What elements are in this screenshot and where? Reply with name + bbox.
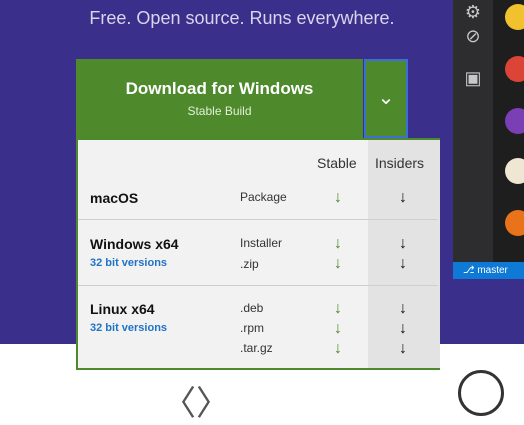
row-divider — [78, 219, 438, 220]
chevron-down-icon: ⌄ — [377, 87, 395, 109]
next-arrow-icon[interactable]: 〉 — [196, 376, 230, 425]
extensions-icon: ▣ — [464, 68, 482, 88]
windows-32bit-link[interactable]: 32 bit versions — [90, 257, 167, 269]
header-insiders: Insiders — [375, 155, 425, 171]
tagline: Free. Open source. Runs everywhere. — [89, 8, 395, 28]
download-options-panel: Stable Insiders macOS Package ↓ ↓ Window… — [76, 138, 440, 370]
activity-bar: ⚙ ⊘ ▣ — [453, 0, 493, 262]
download-insiders-linux-deb[interactable]: ↓ — [393, 300, 413, 318]
download-stable-linux-deb[interactable]: ↓ — [328, 300, 348, 318]
download-insiders-windows-installer[interactable]: ↓ — [393, 235, 413, 253]
pkg-windows-installer: Installer — [240, 236, 283, 250]
os-linux: Linux x64 — [90, 301, 155, 317]
prev-arrow-icon[interactable]: 〈 — [162, 376, 196, 425]
os-windows: Windows x64 — [90, 236, 179, 252]
download-options-toggle[interactable]: ⌄ — [364, 59, 408, 138]
gear-icon: ⚙ — [464, 2, 482, 22]
pkg-linux-deb: .deb — [240, 301, 264, 315]
download-stable-linux-targz[interactable]: ↓ — [328, 340, 348, 358]
row-divider — [78, 285, 438, 286]
download-title: Download for Windows — [125, 79, 314, 98]
download-insiders-windows-zip[interactable]: ↓ — [393, 255, 413, 273]
paint-icon — [505, 158, 524, 184]
download-stable-macos-package[interactable]: ↓ — [328, 189, 348, 207]
app-icon — [505, 210, 524, 236]
download-button[interactable]: Download for Windows Stable Build — [76, 59, 363, 138]
download-insiders-linux-targz[interactable]: ↓ — [393, 340, 413, 358]
pkg-linux-rpm: .rpm — [240, 321, 264, 335]
download-stable-windows-installer[interactable]: ↓ — [328, 235, 348, 253]
download-insiders-macos-package[interactable]: ↓ — [393, 189, 413, 207]
vscode-icon — [505, 108, 524, 134]
download-subtitle: Stable Build — [187, 104, 252, 118]
branch-label[interactable]: ⎇ master — [463, 262, 508, 279]
pkg-linux-targz: .tar.gz — [240, 341, 273, 355]
pkg-macos-package: Package — [240, 190, 287, 204]
linux-32bit-link[interactable]: 32 bit versions — [90, 322, 167, 334]
os-macos: macOS — [90, 190, 139, 206]
status-bar: ⎇ master — [453, 262, 524, 279]
pkg-windows-zip: .zip — [240, 257, 259, 271]
download-insiders-linux-rpm[interactable]: ↓ — [393, 320, 413, 338]
debug-icon: ⊘ — [465, 26, 481, 46]
chrome-icon — [505, 56, 524, 82]
download-stable-windows-zip[interactable]: ↓ — [328, 255, 348, 273]
download-stable-linux-rpm[interactable]: ↓ — [328, 320, 348, 338]
header-stable: Stable — [317, 155, 357, 171]
no-bugs-icon — [458, 370, 504, 416]
app-icon — [505, 4, 524, 30]
